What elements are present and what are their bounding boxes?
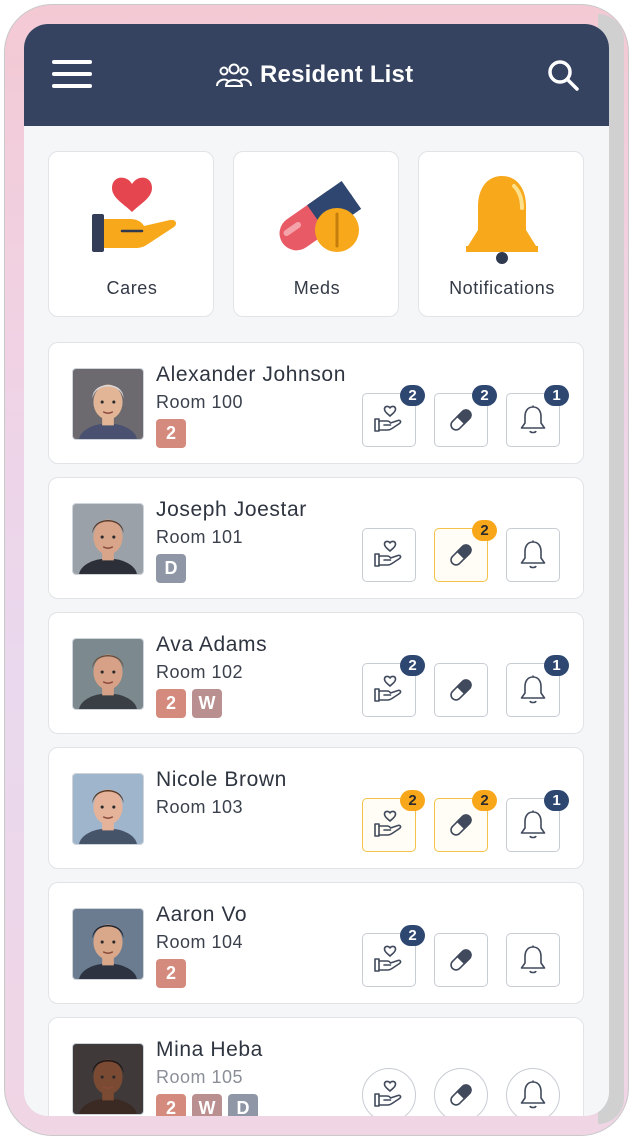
notifications-button[interactable]: 1 bbox=[506, 790, 569, 852]
pill-icon bbox=[444, 538, 478, 572]
cares-button[interactable]: 2 bbox=[362, 790, 425, 852]
search-icon[interactable] bbox=[546, 58, 580, 92]
resident-row[interactable]: Alexander Johnson Room 100 2 2 2 1 bbox=[48, 342, 584, 464]
bell-icon bbox=[516, 1078, 550, 1112]
avatar bbox=[72, 1043, 144, 1115]
resident-name: Mina Heba bbox=[156, 1038, 263, 1061]
pill-icon bbox=[444, 1078, 478, 1112]
resident-row[interactable]: Mina Heba Room 105 2WD bbox=[48, 1017, 584, 1116]
heart-hand-icon bbox=[372, 538, 406, 572]
bell-icon bbox=[516, 673, 550, 707]
count-badge: 1 bbox=[544, 790, 569, 811]
count-badge: 2 bbox=[472, 790, 497, 811]
resident-row[interactable]: Nicole Brown Room 103 2 2 1 bbox=[48, 747, 584, 869]
meds-button[interactable] bbox=[434, 663, 488, 717]
avatar bbox=[72, 503, 144, 575]
status-tags: 2WD bbox=[156, 1094, 258, 1116]
notifications-button[interactable] bbox=[506, 1068, 560, 1116]
pill-icon bbox=[444, 808, 478, 842]
status-tags: 2W bbox=[156, 689, 222, 718]
status-tag: W bbox=[192, 1094, 222, 1116]
app-screen: Resident List Cares Meds Notifications A… bbox=[24, 24, 609, 1116]
category-meds-label: Meds bbox=[293, 278, 341, 298]
heart-hand-icon bbox=[92, 177, 177, 252]
count-badge: 1 bbox=[544, 385, 569, 406]
resident-name: Nicole Brown bbox=[156, 768, 287, 791]
meds-button[interactable]: 2 bbox=[434, 790, 497, 852]
bell-icon bbox=[466, 176, 538, 264]
status-tag: 2 bbox=[156, 419, 186, 448]
resident-room: Room 102 bbox=[156, 662, 244, 682]
cares-button[interactable] bbox=[362, 1068, 416, 1116]
heart-hand-icon bbox=[372, 808, 406, 842]
cares-button[interactable]: 2 bbox=[362, 655, 425, 717]
pill-icon bbox=[444, 943, 478, 977]
notifications-button[interactable]: 1 bbox=[506, 655, 569, 717]
page-title-text: Resident List bbox=[260, 61, 414, 88]
cares-button[interactable]: 2 bbox=[362, 385, 425, 447]
resident-row[interactable]: Ava Adams Room 102 2W 2 1 bbox=[48, 612, 584, 734]
status-tags: 2 bbox=[156, 959, 186, 988]
bell-icon bbox=[516, 538, 550, 572]
bell-icon bbox=[516, 808, 550, 842]
bell-icon bbox=[516, 403, 550, 437]
pills-icon bbox=[279, 180, 362, 252]
resident-room: Room 100 bbox=[156, 392, 244, 412]
status-tag: 2 bbox=[156, 1094, 186, 1116]
notifications-button[interactable] bbox=[506, 528, 560, 582]
notifications-button[interactable]: 1 bbox=[506, 385, 569, 447]
resident-row[interactable]: Aaron Vo Room 104 2 2 bbox=[48, 882, 584, 1004]
resident-room: Room 104 bbox=[156, 932, 244, 952]
pill-icon bbox=[444, 403, 478, 437]
resident-row[interactable]: Joseph Joestar Room 101 D 2 bbox=[48, 477, 584, 599]
meds-button[interactable]: 2 bbox=[434, 385, 497, 447]
bell-icon bbox=[516, 943, 550, 977]
avatar bbox=[72, 773, 144, 845]
heart-hand-icon bbox=[372, 943, 406, 977]
pill-icon bbox=[444, 673, 478, 707]
category-cares-label: Cares bbox=[106, 278, 158, 298]
status-tag: 2 bbox=[156, 689, 186, 718]
count-badge: 2 bbox=[472, 520, 497, 541]
status-tag: D bbox=[156, 554, 186, 583]
count-badge: 1 bbox=[544, 655, 569, 676]
category-notifications-label: Notifications bbox=[449, 278, 555, 298]
resident-room: Room 101 bbox=[156, 527, 244, 547]
app-header: Resident List bbox=[24, 24, 609, 126]
page-title: Resident List bbox=[216, 60, 413, 90]
heart-hand-icon bbox=[372, 403, 406, 437]
heart-hand-icon bbox=[372, 673, 406, 707]
cares-button[interactable]: 2 bbox=[362, 925, 425, 987]
avatar bbox=[72, 368, 144, 440]
hamburger-menu-icon[interactable] bbox=[52, 58, 92, 90]
resident-name: Alexander Johnson bbox=[156, 363, 346, 386]
count-badge: 2 bbox=[400, 655, 425, 676]
avatar bbox=[72, 638, 144, 710]
status-tag: 2 bbox=[156, 959, 186, 988]
avatar bbox=[72, 908, 144, 980]
status-tag: D bbox=[228, 1094, 258, 1116]
heart-hand-icon bbox=[372, 1078, 406, 1112]
people-group-icon bbox=[216, 63, 252, 87]
category-meds[interactable]: Meds bbox=[233, 151, 399, 317]
status-tags: 2 bbox=[156, 419, 186, 448]
meds-button[interactable]: 2 bbox=[434, 520, 497, 582]
meds-button[interactable] bbox=[434, 1068, 488, 1116]
category-cares[interactable]: Cares bbox=[48, 151, 214, 317]
count-badge: 2 bbox=[400, 790, 425, 811]
category-notifications[interactable]: Notifications bbox=[418, 151, 584, 317]
meds-button[interactable] bbox=[434, 933, 488, 987]
resident-name: Joseph Joestar bbox=[156, 498, 307, 521]
status-tags: D bbox=[156, 554, 186, 583]
notifications-button[interactable] bbox=[506, 933, 560, 987]
resident-room: Room 105 bbox=[156, 1067, 244, 1087]
resident-name: Ava Adams bbox=[156, 633, 268, 656]
cares-button[interactable] bbox=[362, 528, 416, 582]
count-badge: 2 bbox=[400, 385, 425, 406]
count-badge: 2 bbox=[400, 925, 425, 946]
resident-room: Room 103 bbox=[156, 797, 244, 817]
resident-name: Aaron Vo bbox=[156, 903, 248, 926]
count-badge: 2 bbox=[472, 385, 497, 406]
status-tag: W bbox=[192, 689, 222, 718]
